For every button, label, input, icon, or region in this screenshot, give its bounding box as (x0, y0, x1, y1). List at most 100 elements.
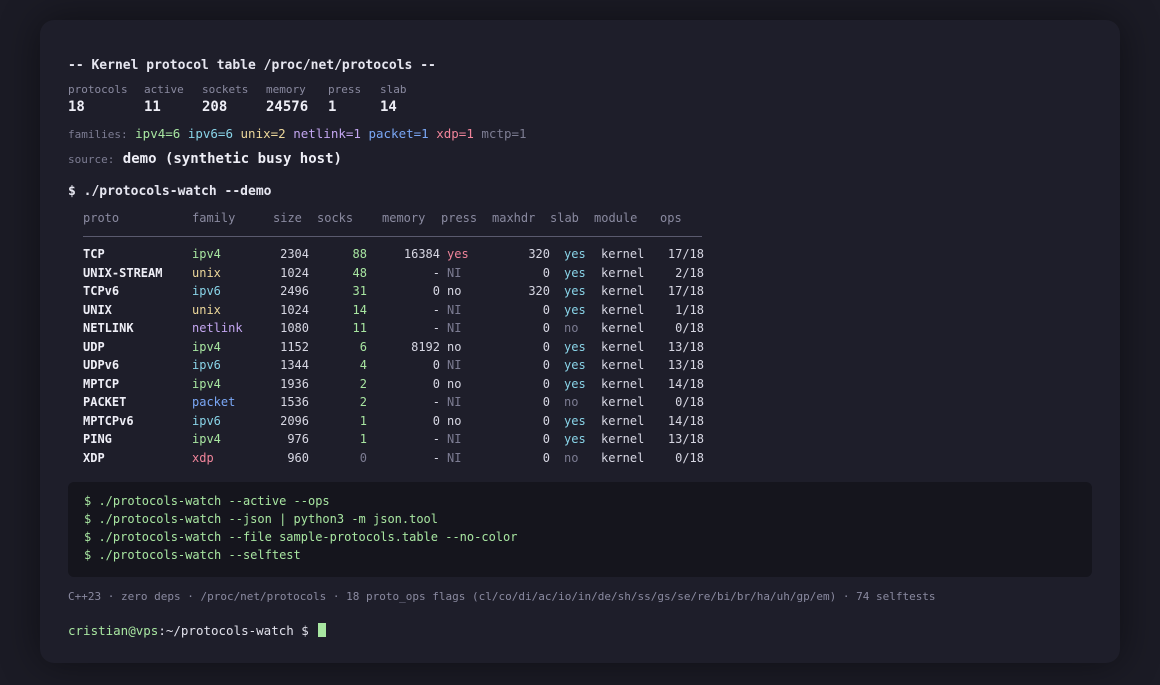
col-header-module: module (594, 211, 638, 225)
table-row: TCP ipv4 2304 88 16384 yes 320 yes kernel 17/18 (40, 247, 740, 265)
cell-module: kernel (601, 321, 645, 335)
family-ipv4-count: ipv4=6 (135, 126, 181, 141)
cell-socks: 88 (352, 247, 367, 261)
cell-family: ipv6 (192, 358, 221, 372)
cell-module: kernel (601, 265, 645, 280)
cell-maxhdr: 0 (542, 321, 550, 335)
shell-prompt[interactable]: cristian@vps:~/protocols-watch $ (68, 623, 327, 638)
cell-module: kernel (601, 358, 645, 372)
cell-module: kernel (601, 376, 645, 391)
stat-active-label: active (144, 83, 184, 96)
cell-memory: 0 (432, 413, 440, 428)
cell-family: ipv4 (192, 432, 221, 446)
source-value: demo (synthetic busy host) (122, 151, 342, 167)
cell-memory: - (432, 321, 440, 335)
cell-memory: - (432, 265, 440, 280)
cell-size: 1344 (280, 358, 309, 372)
cell-proto: UDP (83, 339, 105, 354)
col-header-press: press (441, 211, 478, 225)
cell-press: no (447, 376, 462, 391)
prompt-path: :~/protocols-watch $ (158, 623, 309, 638)
table-row: UNIX-STREAM unix 1024 48 - NI 0 yes kernel 2/18 (40, 266, 740, 284)
cell-ops: 0/18 (675, 395, 704, 409)
cell-proto: UDPv6 (83, 358, 120, 372)
cell-socks: 4 (359, 358, 367, 372)
cell-proto: UNIX (83, 302, 112, 317)
cell-family: netlink (192, 321, 243, 335)
cell-size: 1080 (280, 321, 309, 335)
cell-press: NI (447, 450, 462, 465)
cell-ops: 14/18 (667, 376, 704, 391)
cell-maxhdr: 320 (528, 247, 550, 261)
terminal-window: -- Kernel protocol table /proc/net/proto… (40, 20, 1120, 663)
cell-maxhdr: 320 (528, 284, 550, 298)
cell-press: yes (447, 247, 469, 261)
cell-size: 960 (287, 450, 309, 465)
cell-maxhdr: 0 (542, 450, 550, 465)
cell-module: kernel (601, 413, 645, 428)
col-header-ops: ops (660, 211, 682, 225)
cell-module: kernel (601, 450, 645, 465)
stat-press-label: press (328, 83, 362, 96)
table-row: PACKET packet 1536 2 - NI 0 no kernel 0/18 (40, 395, 740, 413)
table-row: NETLINK netlink 1080 11 - NI 0 no kernel 0/18 (40, 321, 740, 339)
cell-press: NI (447, 302, 462, 317)
cell-size: 1024 (280, 265, 309, 280)
cell-press: NI (447, 321, 462, 335)
cell-ops: 13/18 (667, 339, 704, 354)
table-row: UNIX unix 1024 14 - NI 0 yes kernel 1/18 (40, 303, 740, 321)
cell-module: kernel (601, 284, 645, 298)
cell-press: NI (447, 265, 462, 280)
cell-proto: PACKET (83, 395, 127, 409)
cell-slab: no (564, 395, 579, 409)
cell-slab: yes (564, 265, 586, 280)
table-row: PING ipv4 976 1 - NI 0 yes kernel 13/18 (40, 432, 740, 450)
stat-protocols-label: protocols (68, 83, 128, 96)
page-title: -- Kernel protocol table /proc/net/proto… (68, 58, 436, 73)
cell-slab: yes (564, 284, 586, 298)
cell-module: kernel (601, 432, 645, 446)
col-header-proto: proto (83, 211, 120, 225)
cell-memory: - (432, 395, 440, 409)
cell-maxhdr: 0 (542, 265, 550, 280)
col-header-slab: slab (550, 211, 579, 225)
stat-active-value: 11 (144, 99, 161, 115)
col-header-maxhdr: maxhdr (492, 211, 536, 225)
col-header-size: size (273, 211, 302, 225)
cell-press: no (447, 339, 462, 354)
cell-memory: - (432, 432, 440, 446)
cell-family: unix (192, 265, 221, 280)
source-line: source: demo (synthetic busy host) (68, 151, 342, 167)
table-row: MPTCP ipv4 1936 2 0 no 0 yes kernel 14/18 (40, 377, 740, 395)
table-row: TCPv6 ipv6 2496 31 0 no 320 yes kernel 17/18 (40, 284, 740, 302)
cell-maxhdr: 0 (542, 413, 550, 428)
cell-size: 976 (287, 432, 309, 446)
cell-socks: 11 (352, 321, 367, 335)
example-command: $ ./protocols-watch --active --ops (84, 494, 330, 508)
cell-ops: 13/18 (667, 432, 704, 446)
cell-family: ipv6 (192, 413, 221, 428)
cell-ops: 17/18 (667, 247, 704, 261)
table-row: UDP ipv4 1152 6 8192 no 0 yes kernel 13/18 (40, 340, 740, 358)
example-command: $ ./protocols-watch --json | python3 -m … (84, 512, 439, 526)
cell-module: kernel (601, 395, 645, 409)
cell-memory: 16384 (403, 247, 440, 261)
col-header-memory: memory (382, 211, 426, 225)
cell-size: 2304 (280, 247, 309, 261)
cell-slab: no (564, 450, 579, 465)
command-line: $ ./protocols-watch --demo (68, 184, 272, 199)
cell-family: ipv6 (192, 284, 221, 298)
cell-size: 2096 (280, 413, 309, 428)
cell-family: ipv4 (192, 339, 221, 354)
cell-ops: 2/18 (675, 265, 704, 280)
cell-press: NI (447, 358, 462, 372)
cell-slab: yes (564, 358, 586, 372)
cell-maxhdr: 0 (542, 339, 550, 354)
stat-protocols-value: 18 (68, 99, 85, 115)
cell-memory: 0 (432, 358, 440, 372)
cell-size: 1536 (280, 395, 309, 409)
cell-slab: yes (564, 413, 586, 428)
prompt-user-host: cristian@vps (68, 623, 159, 638)
cell-size: 2496 (280, 284, 309, 298)
table-row: MPTCPv6 ipv6 2096 1 0 no 0 yes kernel 14/18 (40, 414, 740, 432)
